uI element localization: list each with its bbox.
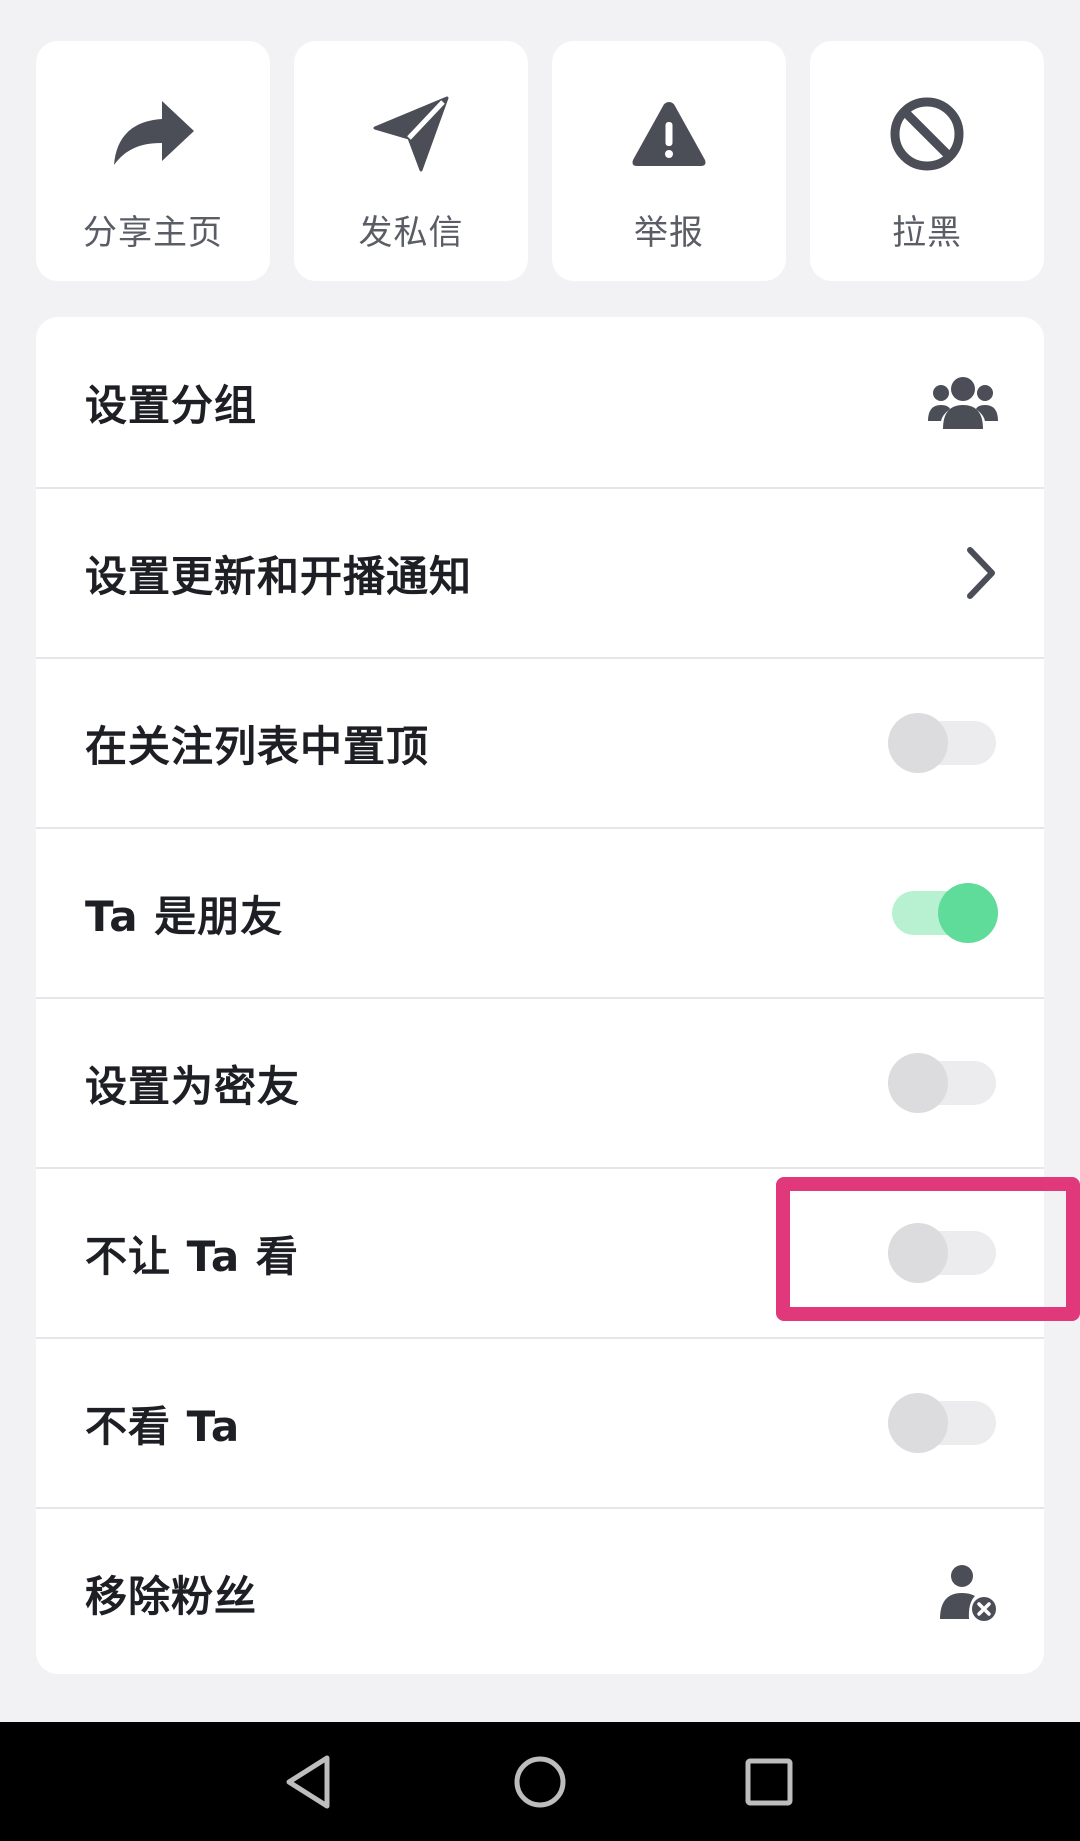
remove-user-icon (938, 1563, 998, 1623)
update-notify-row[interactable]: 设置更新和开播通知 (36, 487, 1044, 657)
remove-fan-label: 移除粉丝 (85, 1571, 258, 1621)
warning-triangle-icon (624, 89, 714, 179)
home-circle-icon[interactable] (505, 1747, 575, 1817)
is-friend-label: Ta 是朋友 (85, 891, 284, 941)
close-friend-toggle-wrap (888, 1053, 998, 1113)
back-triangle-icon[interactable] (273, 1747, 343, 1817)
pin-top-toggle[interactable] (888, 713, 998, 773)
dont-see-toggle-wrap (888, 1393, 998, 1453)
system-nav-bar (0, 1722, 1080, 1841)
pin-top-label: 在关注列表中置顶 (85, 721, 430, 771)
recents-square-icon[interactable] (734, 1747, 804, 1817)
block-label: 拉黑 (892, 213, 962, 253)
report-button[interactable]: 举报 (552, 41, 786, 281)
close-friend-row: 设置为密友 (36, 997, 1044, 1167)
share-profile-button[interactable]: 分享主页 (36, 41, 270, 281)
share-arrow-icon (108, 89, 198, 179)
remove-fan-row[interactable]: 移除粉丝 (36, 1507, 1044, 1674)
set-group-row[interactable]: 设置分组 (36, 317, 1044, 487)
is-friend-toggle[interactable] (888, 883, 998, 943)
settings-list: 设置分组 设置更新和开播通知 在关注列表中置顶 Ta 是朋友 设置为密友 不让 … (36, 317, 1044, 1674)
close-friend-label: 设置为密友 (85, 1061, 301, 1111)
chevron-right-icon (964, 546, 998, 600)
toggle-knob (888, 1053, 948, 1113)
share-profile-label: 分享主页 (83, 213, 223, 253)
set-group-label: 设置分组 (85, 380, 258, 430)
toggle-knob (888, 1393, 948, 1453)
toggle-knob (888, 713, 948, 773)
block-icon (882, 89, 972, 179)
close-friend-toggle[interactable] (888, 1053, 998, 1113)
pin-top-row: 在关注列表中置顶 (36, 657, 1044, 827)
send-message-button[interactable]: 发私信 (294, 41, 528, 281)
dont-see-row: 不看 Ta (36, 1337, 1044, 1507)
page: 分享主页 发私信 举报 拉黑 设置分组 设置更新和开播通知 在关注列表中置顶 T… (0, 0, 1080, 1841)
report-label: 举报 (634, 213, 704, 253)
group-users-icon (928, 375, 998, 429)
paper-plane-icon (366, 89, 456, 179)
dont-see-label: 不看 Ta (85, 1401, 241, 1451)
hide-from-label: 不让 Ta 看 (85, 1231, 299, 1281)
update-notify-label: 设置更新和开播通知 (85, 551, 473, 601)
is-friend-toggle-wrap (888, 883, 998, 943)
highlight-box (776, 1177, 1080, 1321)
pin-top-toggle-wrap (888, 713, 998, 773)
block-button[interactable]: 拉黑 (810, 41, 1044, 281)
toggle-knob (938, 883, 998, 943)
dont-see-toggle[interactable] (888, 1393, 998, 1453)
send-message-label: 发私信 (358, 213, 464, 253)
action-bar: 分享主页 发私信 举报 拉黑 (36, 41, 1044, 281)
is-friend-row: Ta 是朋友 (36, 827, 1044, 997)
